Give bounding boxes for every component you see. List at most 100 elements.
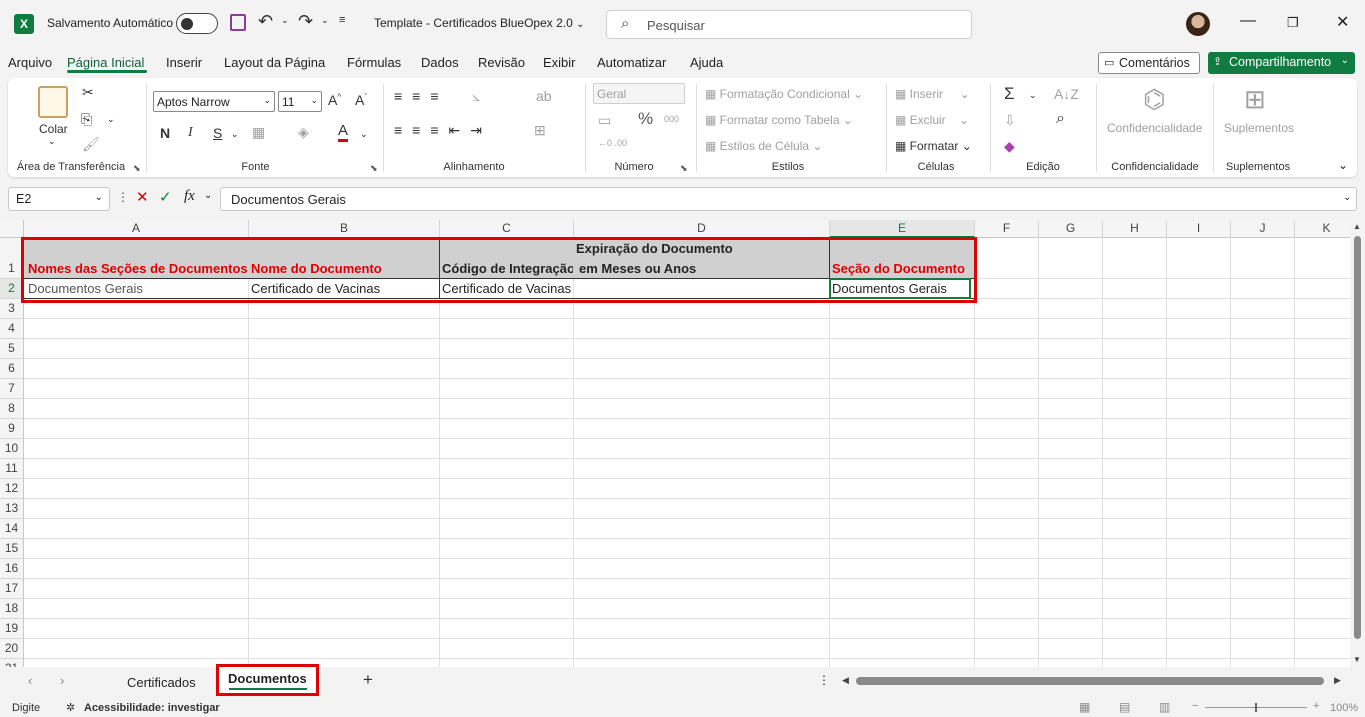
col-header-g[interactable]: G (1039, 220, 1103, 238)
scroll-thumb[interactable] (1354, 236, 1361, 639)
col-header-k[interactable]: K (1295, 220, 1350, 238)
font-color-icon[interactable]: A (338, 123, 349, 142)
save-icon[interactable] (230, 14, 246, 31)
redo-icon[interactable]: ↷ (298, 11, 313, 32)
tab-exibir[interactable]: Exibir (543, 55, 576, 70)
col-header-b[interactable]: B (249, 220, 440, 238)
wrap-text-icon[interactable]: ab (536, 88, 552, 104)
chevron-down-icon[interactable]: ⌄ (281, 15, 289, 26)
scroll-down-icon[interactable]: ▼ (1353, 655, 1361, 664)
cancel-icon[interactable]: ✕ (136, 188, 149, 206)
vertical-scrollbar[interactable]: ▲ ▼ (1350, 220, 1365, 667)
chevron-down-icon[interactable]: ⌄ (321, 15, 329, 26)
zoom-slider-thumb[interactable] (1255, 703, 1257, 712)
row-header[interactable]: 17 (0, 579, 24, 599)
cut-icon[interactable]: ✂ (82, 84, 94, 101)
dialog-launcher-icon[interactable]: ⬊ (133, 163, 141, 174)
zoom-level[interactable]: 100% (1330, 702, 1358, 714)
dialog-launcher-icon[interactable]: ⬊ (370, 163, 378, 174)
col-header-a[interactable]: A (24, 220, 249, 238)
sheet-tab-documentos[interactable]: Documentos (216, 664, 319, 696)
restore-button[interactable]: ❐ (1287, 15, 1299, 31)
tab-revisao[interactable]: Revisão (478, 55, 525, 70)
row-header[interactable]: 21 (0, 659, 24, 667)
col-header-j[interactable]: J (1231, 220, 1295, 238)
page-break-icon[interactable]: ▥ (1159, 700, 1170, 714)
zoom-in-icon[interactable]: + (1313, 700, 1319, 712)
page-layout-icon[interactable]: ▤ (1119, 700, 1130, 714)
add-sheet-button[interactable]: + (363, 670, 373, 690)
fill-color-icon[interactable]: ◈ (298, 124, 309, 141)
sort-filter-icon[interactable]: A↓Z (1054, 86, 1079, 102)
formula-input[interactable]: Documentos Gerais (220, 187, 1357, 211)
autosum-icon[interactable]: Σ (1004, 84, 1015, 104)
row-header[interactable]: 7 (0, 379, 24, 399)
tab-arquivo[interactable]: Arquivo (8, 55, 52, 70)
col-header-d[interactable]: D (574, 220, 830, 238)
share-button[interactable]: ⇪ Compartilhamento ⌄ (1208, 52, 1355, 74)
bold-button[interactable]: N (160, 125, 170, 141)
col-header-c[interactable]: C (440, 220, 574, 238)
paste-label[interactable]: Colar (39, 122, 68, 136)
paste-icon[interactable] (38, 86, 68, 118)
close-button[interactable]: ✕ (1336, 12, 1349, 32)
dialog-launcher-icon[interactable]: ⬊ (680, 163, 688, 174)
row-header[interactable]: 19 (0, 619, 24, 639)
format-painter-icon[interactable]: 🖌 (82, 136, 100, 153)
collapse-ribbon-icon[interactable]: ⌄ (1338, 158, 1348, 172)
expand-formula-icon[interactable]: ⌄ (1343, 192, 1351, 203)
copy-icon[interactable]: ⎘ (81, 111, 92, 128)
minimize-button[interactable]: — (1240, 12, 1256, 30)
row-header[interactable]: 8 (0, 399, 24, 419)
find-icon[interactable]: ⌕ (1056, 110, 1065, 128)
autosave-toggle[interactable] (176, 13, 218, 34)
row-header[interactable]: 10 (0, 439, 24, 459)
delete-cells-button[interactable]: ▦ Excluir ⌄ (895, 113, 969, 127)
normal-view-icon[interactable]: ▦ (1079, 700, 1090, 714)
conditional-formatting-button[interactable]: ▦ Formatação Condicional ⌄ (705, 87, 863, 101)
row-header[interactable]: 9 (0, 419, 24, 439)
fill-icon[interactable]: ⇩ (1004, 112, 1016, 129)
chevron-down-icon[interactable]: ⌄ (204, 190, 212, 201)
row-header[interactable]: 5 (0, 339, 24, 359)
row-header[interactable]: 14 (0, 519, 24, 539)
col-header-e[interactable]: E (830, 220, 975, 238)
prev-sheet-icon[interactable]: ‹ (28, 673, 32, 688)
row-header[interactable]: 6 (0, 359, 24, 379)
currency-icon[interactable]: ▭ (598, 112, 611, 129)
borders-icon[interactable]: ▦ (252, 124, 265, 141)
font-size-select[interactable]: 11 ⌄ (278, 91, 322, 112)
sheet-tab-certificados[interactable]: Certificados (127, 675, 196, 690)
percent-icon[interactable]: % (638, 109, 653, 129)
col-header-h[interactable]: H (1103, 220, 1167, 238)
number-format-select[interactable]: Geral (593, 83, 685, 104)
next-sheet-icon[interactable]: › (60, 673, 64, 688)
document-title[interactable]: Template - Certificados BlueOpex 2.0 ⌄ (374, 16, 585, 30)
row-header[interactable]: 15 (0, 539, 24, 559)
undo-icon[interactable]: ↶ (258, 11, 273, 32)
col-header-f[interactable]: F (975, 220, 1039, 238)
tab-ajuda[interactable]: Ajuda (690, 55, 723, 70)
chevron-down-icon[interactable]: ⌄ (360, 129, 368, 140)
row-header[interactable]: 20 (0, 639, 24, 659)
tab-dados[interactable]: Dados (421, 55, 459, 70)
tab-pagina-inicial[interactable]: Página Inicial (67, 55, 144, 70)
orientation-icon[interactable]: ⦣ (472, 88, 480, 105)
name-box[interactable]: E2 ⌄ (8, 187, 110, 211)
insert-function-icon[interactable]: fx (184, 188, 195, 205)
italic-button[interactable]: I (188, 125, 193, 141)
row-header[interactable]: 13 (0, 499, 24, 519)
merge-cells-icon[interactable]: ⊞ (534, 122, 546, 139)
row-header[interactable]: 16 (0, 559, 24, 579)
row-header[interactable]: 4 (0, 319, 24, 339)
scroll-left-icon[interactable]: ◀ (842, 675, 849, 686)
chevron-down-icon[interactable]: ⌄ (1341, 55, 1349, 66)
tab-inserir[interactable]: Inserir (166, 55, 202, 70)
row-header[interactable]: 18 (0, 599, 24, 619)
sensitivity-button[interactable]: Confidencialidade (1107, 121, 1202, 135)
horizontal-align-icons[interactable]: ≡≡≡⇤⇥ (394, 122, 492, 139)
customize-qat-icon[interactable]: ≡ (339, 14, 345, 26)
thousands-icon[interactable]: 000 (664, 114, 679, 124)
chevron-down-icon[interactable]: ⌄ (1029, 90, 1037, 101)
row-header[interactable]: 11 (0, 459, 24, 479)
